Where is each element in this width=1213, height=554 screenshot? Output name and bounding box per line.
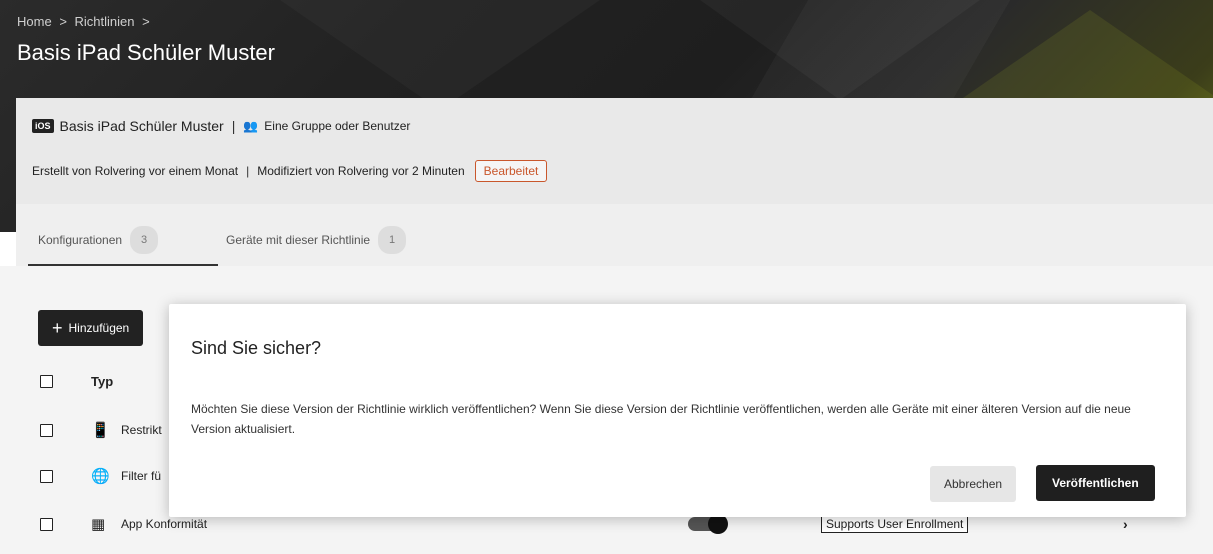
page-title: Basis iPad Schüler Muster bbox=[17, 40, 275, 65]
tab-label: Konfigurationen bbox=[38, 233, 123, 247]
banner-decoration bbox=[280, 0, 600, 110]
tab-label: Geräte mit dieser Richtlinie bbox=[226, 233, 371, 247]
status-badge: Bearbeitet bbox=[474, 160, 548, 182]
row-type-label: Filter fü bbox=[121, 469, 162, 483]
publish-button[interactable]: Veröffentlichen bbox=[1036, 465, 1155, 501]
chevron-right-icon[interactable]: › bbox=[1123, 516, 1128, 532]
tab-count-badge: 3 bbox=[130, 226, 159, 254]
breadcrumb: Home > Richtlinien > bbox=[17, 14, 154, 29]
breadcrumb-policies[interactable]: Richtlinien bbox=[75, 14, 135, 29]
confirm-dialog: Sind Sie sicher? Möchten Sie diese Versi… bbox=[169, 304, 1186, 517]
row-checkbox[interactable] bbox=[40, 423, 53, 437]
user-enrollment-badge: Supports User Enrollment bbox=[821, 515, 969, 533]
add-button[interactable]: + Hinzufügen bbox=[38, 310, 144, 346]
column-header-type: Typ bbox=[91, 373, 114, 389]
row-type-label: Restrikt bbox=[121, 423, 162, 437]
add-button-label: Hinzufügen bbox=[68, 321, 130, 335]
app-grid-icon: ▦ bbox=[91, 516, 106, 533]
row-type-label: App Konformität bbox=[121, 517, 208, 531]
created-text: Erstellt von Rolvering vor einem Monat bbox=[32, 164, 239, 178]
policy-info-card: iOS Basis iPad Schüler Muster | 👥 Eine G… bbox=[16, 98, 1213, 204]
breadcrumb-separator: > bbox=[59, 14, 67, 29]
tabs-bar: Konfigurationen 3 Geräte mit dieser Rich… bbox=[16, 204, 1213, 266]
policy-summary: iOS Basis iPad Schüler Muster | 👥 Eine G… bbox=[32, 118, 410, 134]
enabled-toggle[interactable] bbox=[688, 514, 728, 534]
tab-devices[interactable]: Geräte mit dieser Richtlinie 1 bbox=[226, 226, 407, 254]
banner-decoration bbox=[960, 10, 1213, 100]
banner-decoration bbox=[700, 0, 980, 100]
web-filter-icon: 🌐 bbox=[91, 468, 110, 485]
row-checkbox[interactable] bbox=[40, 517, 53, 531]
restriction-icon: 📱 bbox=[91, 422, 110, 439]
ios-platform-badge: iOS bbox=[32, 119, 54, 133]
dialog-title: Sind Sie sicher? bbox=[191, 338, 322, 358]
breadcrumb-separator: > bbox=[142, 14, 150, 29]
policy-name: Basis iPad Schüler Muster bbox=[59, 118, 224, 134]
cancel-button[interactable]: Abbrechen bbox=[930, 466, 1017, 502]
tab-count-badge: 1 bbox=[378, 226, 407, 254]
separator: | bbox=[246, 164, 250, 178]
assignment-text: Eine Gruppe oder Benutzer bbox=[264, 119, 411, 133]
separator: | bbox=[231, 118, 236, 134]
dialog-message: Möchten Sie diese Version der Richtlinie… bbox=[191, 402, 1131, 436]
modified-text: Modifiziert von Rolvering vor 2 Minuten bbox=[257, 164, 465, 178]
select-all-checkbox[interactable] bbox=[40, 374, 53, 388]
plus-icon: + bbox=[52, 317, 63, 338]
group-icon: 👥 bbox=[243, 119, 259, 133]
row-checkbox[interactable] bbox=[40, 469, 53, 483]
policy-meta: Erstellt von Rolvering vor einem Monat |… bbox=[32, 160, 548, 182]
toggle-knob bbox=[708, 514, 728, 534]
breadcrumb-home[interactable]: Home bbox=[17, 14, 52, 29]
tab-configurations[interactable]: Konfigurationen 3 bbox=[38, 226, 159, 254]
